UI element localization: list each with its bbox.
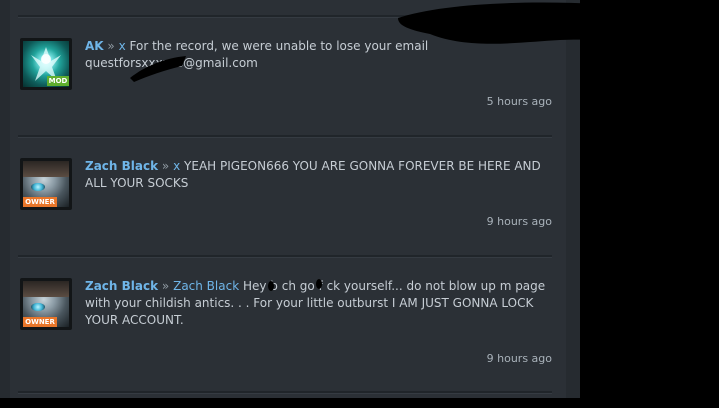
author-link[interactable]: Zach Black <box>85 279 158 293</box>
comments-panel: MOD AK » x For the record, we were unabl… <box>0 0 580 398</box>
comment-body: Zach Black » x YEAH PIGEON666 YOU ARE GO… <box>85 158 555 192</box>
reply-to-link[interactable]: Zach Black <box>173 279 239 293</box>
avatar[interactable]: OWNER <box>20 158 72 210</box>
comment-body: Zach Black » Zach Black Hey b ch go f ck… <box>85 278 555 329</box>
comment-divider <box>18 15 552 18</box>
comment-body: AK » x For the record, we were unable to… <box>85 38 555 72</box>
hair-shape <box>23 281 69 297</box>
owner-badge: OWNER <box>23 197 57 207</box>
author-link[interactable]: Zach Black <box>85 159 158 173</box>
comment-timestamp: 5 hours ago <box>486 95 552 108</box>
comment-item: MOD AK » x For the record, we were unabl… <box>18 38 554 138</box>
avatar[interactable]: MOD <box>20 38 72 90</box>
comment-item: OWNER Zach Black » Zach Black Hey b ch g… <box>18 278 554 378</box>
comment-message: For the record, we were unable to lose y… <box>85 39 429 70</box>
reply-separator: » <box>161 279 170 293</box>
comment-divider <box>18 255 552 258</box>
reply-separator: » <box>161 159 170 173</box>
reply-to-link[interactable]: x <box>173 159 180 173</box>
comment-divider <box>18 135 552 138</box>
author-link[interactable]: AK <box>85 39 104 53</box>
comment-item: OWNER Zach Black » x YEAH PIGEON666 YOU … <box>18 158 554 258</box>
mod-badge: MOD <box>47 76 69 86</box>
eye-shape <box>31 183 45 191</box>
comment-timestamp: 9 hours ago <box>486 352 552 365</box>
hair-shape <box>23 161 69 177</box>
owner-badge: OWNER <box>23 317 57 327</box>
reply-to-link[interactable]: x <box>119 39 126 53</box>
comment-divider <box>18 391 552 394</box>
reply-separator: » <box>107 39 115 53</box>
comment-timestamp: 9 hours ago <box>486 215 552 228</box>
avatar[interactable]: OWNER <box>20 278 72 330</box>
eye-shape <box>31 303 45 311</box>
